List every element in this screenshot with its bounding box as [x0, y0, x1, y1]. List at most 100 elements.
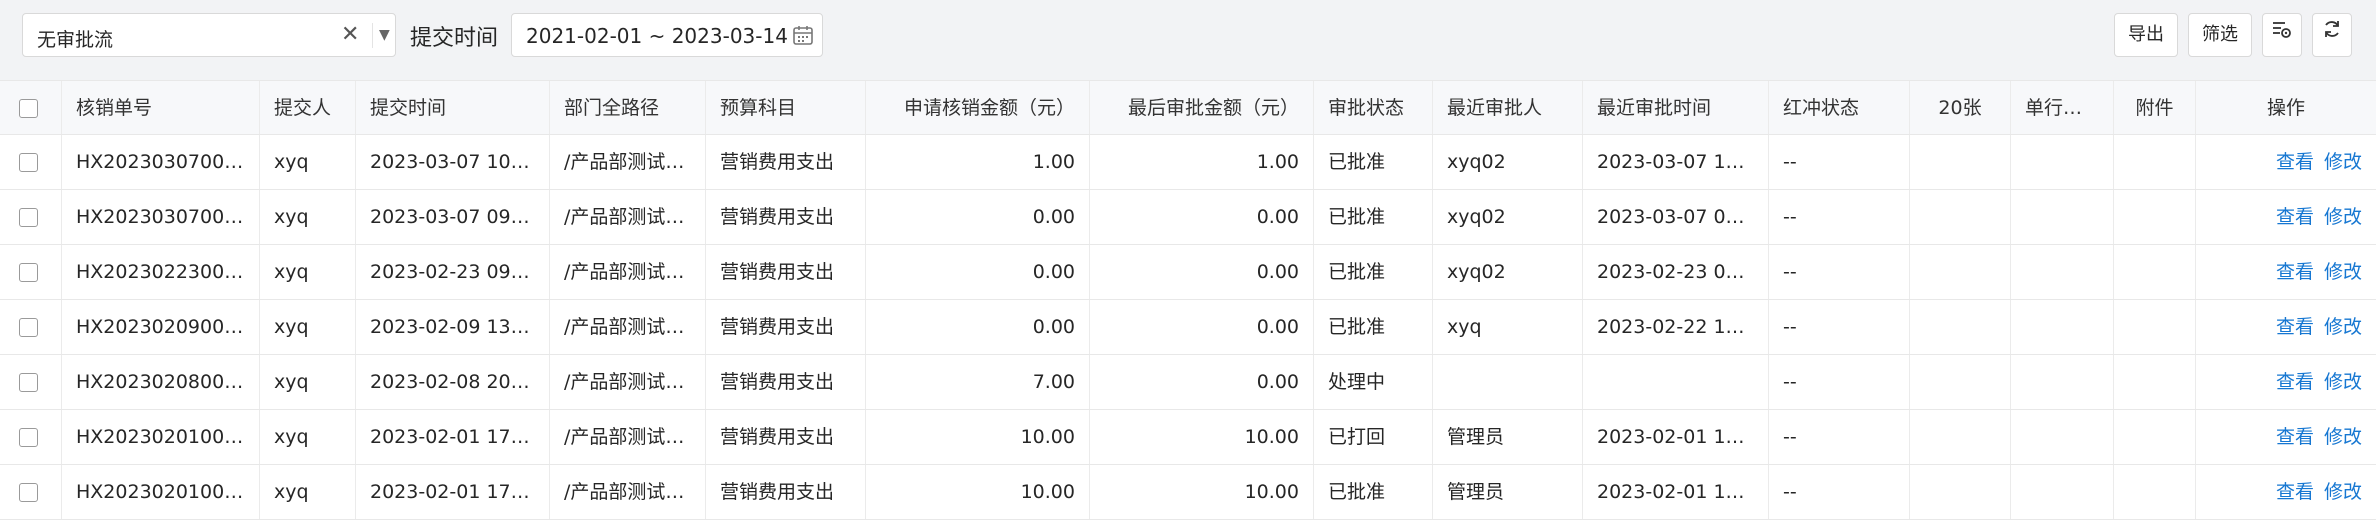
cell-ops: 查看 修改: [2196, 410, 2376, 464]
view-link[interactable]: 查看: [2276, 371, 2314, 393]
row-checkbox[interactable]: [19, 153, 38, 172]
cell-id: HX202302010002: [62, 410, 260, 464]
cell-budget: 营销费用支出: [706, 410, 866, 464]
cell-approver: xyq02: [1433, 135, 1583, 189]
cell-approve-time: 2023-03-07 09:56: [1583, 190, 1769, 244]
chevron-down-icon[interactable]: ▼: [379, 27, 390, 43]
cell-count: [1910, 465, 2011, 519]
date-range-picker[interactable]: 2021-02-01 ~ 2023-03-14: [511, 13, 823, 57]
export-button[interactable]: 导出: [2114, 13, 2178, 57]
filter-button[interactable]: 筛选: [2188, 13, 2252, 57]
cell-attachment: [2114, 410, 2196, 464]
header-id[interactable]: 核销单号: [62, 81, 260, 134]
cell-final-amount: 0.00: [1090, 245, 1314, 299]
header-apply-amount[interactable]: 申请核销金额（元）: [866, 81, 1090, 134]
row-checkbox[interactable]: [19, 428, 38, 447]
approval-flow-select[interactable]: 无审批流 ✕ ▼: [22, 13, 396, 57]
row-checkbox[interactable]: [19, 483, 38, 502]
cell-budget: 营销费用支出: [706, 465, 866, 519]
row-checkbox[interactable]: [19, 318, 38, 337]
table-row[interactable]: HX202303070004 xyq 2023-03-07 09:54/产品部测试……: [0, 190, 2376, 245]
header-reverse-status[interactable]: 红冲状态: [1769, 81, 1910, 134]
cell-id: HX202302230001: [62, 245, 260, 299]
row-select-cell: [0, 355, 62, 409]
refresh-icon: [2321, 14, 2343, 56]
select-all-checkbox[interactable]: [19, 99, 38, 118]
cell-single: [2011, 355, 2114, 409]
cell-dept: /产品部测试…: [550, 465, 706, 519]
cell-dept: /产品部测试…: [550, 355, 706, 409]
clear-icon[interactable]: ✕: [341, 22, 359, 47]
cell-final-amount: 0.00: [1090, 190, 1314, 244]
cell-single: [2011, 245, 2114, 299]
header-attachment[interactable]: 附件: [2114, 81, 2196, 134]
table-row[interactable]: HX202303070006 xyq 2023-03-07 10:07/产品部测试……: [0, 135, 2376, 190]
cell-status: 处理中: [1314, 355, 1433, 409]
header-approve-time[interactable]: 最近审批时间: [1583, 81, 1769, 134]
cell-final-amount: 0.00: [1090, 300, 1314, 354]
calendar-icon[interactable]: [792, 24, 814, 50]
cell-approve-time: 2023-03-07 10:07: [1583, 135, 1769, 189]
table-row[interactable]: HX202302010001 xyq 2023-02-01 17:43/产品部测试……: [0, 465, 2376, 520]
edit-link[interactable]: 修改: [2324, 481, 2362, 503]
edit-link[interactable]: 修改: [2324, 371, 2362, 393]
header-approver[interactable]: 最近审批人: [1433, 81, 1583, 134]
cell-id: HX202302010001: [62, 465, 260, 519]
cell-dept: /产品部测试…: [550, 190, 706, 244]
row-checkbox[interactable]: [19, 208, 38, 227]
view-link[interactable]: 查看: [2276, 316, 2314, 338]
cell-submit-time: 2023-03-07 10:07: [356, 135, 550, 189]
cell-status: 已批准: [1314, 300, 1433, 354]
edit-link[interactable]: 修改: [2324, 316, 2362, 338]
view-link[interactable]: 查看: [2276, 206, 2314, 228]
cell-submitter: xyq: [260, 410, 356, 464]
header-count[interactable]: 20张: [1910, 81, 2011, 134]
header-final-amount[interactable]: 最后审批金额（元）: [1090, 81, 1314, 134]
row-checkbox[interactable]: [19, 263, 38, 282]
cell-ops: 查看 修改: [2196, 135, 2376, 189]
cell-budget: 营销费用支出: [706, 245, 866, 299]
cell-id: HX202303070006: [62, 135, 260, 189]
table-row[interactable]: HX202302090001 xyq 2023-02-09 13:57/产品部测试……: [0, 300, 2376, 355]
edit-link[interactable]: 修改: [2324, 261, 2362, 283]
row-checkbox[interactable]: [19, 373, 38, 392]
submit-time-label: 提交时间: [410, 26, 499, 51]
view-link[interactable]: 查看: [2276, 426, 2314, 448]
table-row[interactable]: HX202302230001 xyq 2023-02-23 09:33/产品部测试……: [0, 245, 2376, 300]
header-single[interactable]: 单行…: [2011, 81, 2114, 134]
cell-status: 已打回: [1314, 410, 1433, 464]
view-link[interactable]: 查看: [2276, 261, 2314, 283]
header-status[interactable]: 审批状态: [1314, 81, 1433, 134]
cell-apply-amount: 10.00: [866, 465, 1090, 519]
cell-submitter: xyq: [260, 190, 356, 244]
cell-count: [1910, 190, 2011, 244]
row-select-cell: [0, 465, 62, 519]
cell-count: [1910, 410, 2011, 464]
header-dept[interactable]: 部门全路径: [550, 81, 706, 134]
header-submitter[interactable]: 提交人: [260, 81, 356, 134]
refresh-button[interactable]: [2312, 13, 2352, 57]
select-all-cell: [0, 81, 62, 134]
table-row[interactable]: HX202302080001 xyq 2023-02-08 20:15/产品部测试……: [0, 355, 2376, 410]
column-settings-button[interactable]: [2262, 13, 2302, 57]
header-budget[interactable]: 预算科目: [706, 81, 866, 134]
toolbar: 无审批流 ✕ ▼ 提交时间 2021-02-01 ~ 2023-03-14 导出…: [0, 0, 2376, 78]
cell-ops: 查看 修改: [2196, 355, 2376, 409]
edit-link[interactable]: 修改: [2324, 426, 2362, 448]
cell-submitter: xyq: [260, 135, 356, 189]
cell-final-amount: 10.00: [1090, 465, 1314, 519]
cell-single: [2011, 300, 2114, 354]
cell-approver: xyq: [1433, 300, 1583, 354]
approval-flow-value: 无审批流: [37, 29, 114, 51]
cell-count: [1910, 300, 2011, 354]
edit-link[interactable]: 修改: [2324, 151, 2362, 173]
table-row[interactable]: HX202302010002 xyq 2023-02-01 17:44/产品部测试……: [0, 410, 2376, 465]
view-link[interactable]: 查看: [2276, 151, 2314, 173]
cell-count: [1910, 355, 2011, 409]
cell-single: [2011, 190, 2114, 244]
cell-dept: /产品部测试…: [550, 300, 706, 354]
view-link[interactable]: 查看: [2276, 481, 2314, 503]
cell-single: [2011, 410, 2114, 464]
edit-link[interactable]: 修改: [2324, 206, 2362, 228]
header-submit-time[interactable]: 提交时间: [356, 81, 550, 134]
